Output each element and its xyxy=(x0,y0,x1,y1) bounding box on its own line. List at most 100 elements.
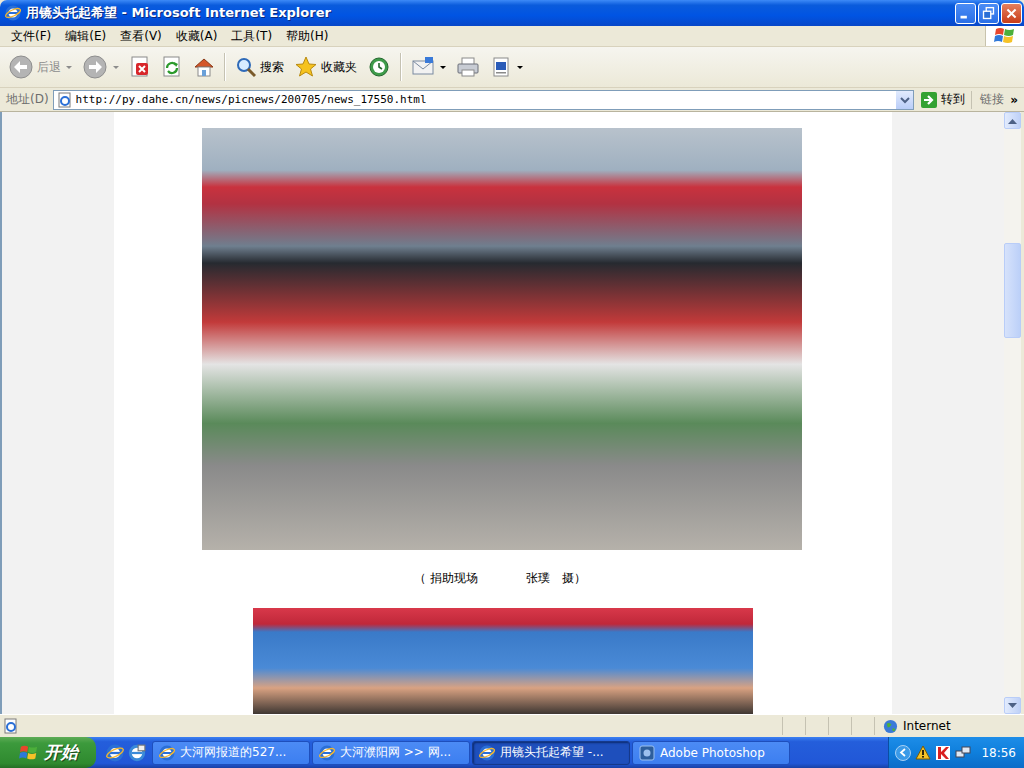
caption-place: （ 捐助现场 xyxy=(414,570,478,587)
taskbar-task[interactable]: 大河濮阳网 >> 网... xyxy=(312,741,470,765)
article-column: （ 捐助现场 张璞摄） xyxy=(114,112,892,714)
dropdown-arrow-icon[interactable] xyxy=(66,66,72,69)
stop-button[interactable] xyxy=(125,52,155,82)
menu-item[interactable]: 工具(T) xyxy=(224,28,279,45)
page-icon xyxy=(3,718,19,734)
printer-icon xyxy=(456,56,480,78)
menu-item[interactable]: 文件(F) xyxy=(4,28,58,45)
restore-icon xyxy=(979,3,998,24)
address-bar: 地址(D) http://py.dahe.cn/news/picnews/2007… xyxy=(0,88,1024,112)
edit-button[interactable] xyxy=(486,52,527,82)
windows-flag-icon xyxy=(19,744,39,762)
zone-label: Internet xyxy=(903,719,951,733)
globe-icon xyxy=(883,719,898,734)
scroll-thumb[interactable] xyxy=(1004,243,1021,338)
forward-button[interactable] xyxy=(78,52,123,82)
dropdown-arrow-icon[interactable] xyxy=(440,66,446,69)
address-url[interactable]: http://py.dahe.cn/news/picnews/200705/ne… xyxy=(76,93,897,106)
photo-caption: （ 捐助现场 张璞摄） xyxy=(414,571,586,586)
favorites-button[interactable]: 收藏夹 xyxy=(290,52,361,82)
window-title: 用镜头托起希望 - Microsoft Internet Explorer xyxy=(26,4,950,22)
menu-item[interactable]: 编辑(E) xyxy=(58,28,113,45)
taskbar-task[interactable]: 用镜头托起希望 -... xyxy=(472,741,630,765)
taskbar-task[interactable]: Adobe Photoshop xyxy=(632,741,790,765)
search-button[interactable]: 搜索 xyxy=(231,52,288,82)
chevron-left-icon xyxy=(899,748,908,757)
links-button[interactable]: 链接 » xyxy=(976,91,1022,108)
taskbar-task[interactable]: 大河网报道的527... xyxy=(152,741,310,765)
close-button[interactable] xyxy=(1001,3,1022,24)
warning-icon[interactable] xyxy=(915,745,931,761)
task-label: Adobe Photoshop xyxy=(660,746,765,760)
toolbar-separator xyxy=(400,53,402,81)
arrow-down-icon xyxy=(1008,703,1017,709)
go-label: 转到 xyxy=(941,91,965,108)
links-label: 链接 xyxy=(980,91,1004,108)
vertical-scrollbar[interactable] xyxy=(1004,112,1021,714)
toolbar-button-label: 搜索 xyxy=(260,59,284,76)
refresh-button[interactable] xyxy=(157,52,187,82)
mail-icon xyxy=(411,56,435,78)
photoshop-icon xyxy=(639,745,655,761)
dropdown-arrow-icon[interactable] xyxy=(517,66,523,69)
security-zone: Internet xyxy=(874,717,1024,735)
dropdown-arrow-icon[interactable] xyxy=(113,66,119,69)
print-button[interactable] xyxy=(452,52,484,82)
task-label: 用镜头托起希望 -... xyxy=(500,744,604,761)
toolbar-button-label: 收藏夹 xyxy=(321,59,357,76)
stop-icon xyxy=(129,56,151,78)
address-label: 地址(D) xyxy=(6,91,49,108)
start-button[interactable]: 开始 xyxy=(0,737,96,768)
menu-item[interactable]: 收藏(A) xyxy=(169,28,225,45)
menu-item[interactable]: 查看(V) xyxy=(113,28,169,45)
back-button[interactable]: 后退 xyxy=(4,52,76,82)
history-icon xyxy=(367,55,391,79)
task-label: 大河濮阳网 >> 网... xyxy=(340,744,451,761)
mail-button[interactable] xyxy=(407,52,450,82)
ie-icon[interactable] xyxy=(106,744,124,762)
caption-credit: 摄） xyxy=(562,570,586,587)
back-arrow-icon xyxy=(8,54,34,80)
refresh-icon xyxy=(161,56,183,78)
network-icon[interactable] xyxy=(955,745,971,761)
ie-icon xyxy=(159,745,175,761)
news-photo xyxy=(253,608,753,714)
system-tray: 18:56 xyxy=(888,737,1024,768)
go-button[interactable]: 转到 xyxy=(918,91,972,109)
task-label: 大河网报道的527... xyxy=(180,744,286,761)
minimize-button[interactable] xyxy=(955,3,976,24)
minimize-icon xyxy=(956,3,975,24)
restore-button[interactable] xyxy=(978,3,999,24)
page-icon xyxy=(57,92,73,108)
caption-author: 张璞 xyxy=(526,570,550,587)
windows-logo-icon xyxy=(985,26,1024,46)
address-dropdown-button[interactable] xyxy=(896,91,913,109)
menu-item[interactable]: 帮助(H) xyxy=(279,28,335,45)
web-page: （ 捐助现场 张璞摄） xyxy=(2,112,1004,714)
show-hidden-icons-button[interactable] xyxy=(895,745,911,761)
menu-bar: 文件(F)编辑(E)查看(V)收藏(A)工具(T)帮助(H) xyxy=(0,26,1024,47)
edit-document-icon xyxy=(490,56,512,78)
antivirus-icon[interactable] xyxy=(935,745,951,761)
forward-arrow-icon xyxy=(82,54,108,80)
address-field[interactable]: http://py.dahe.cn/news/picnews/200705/ne… xyxy=(53,90,915,110)
clock: 18:56 xyxy=(981,746,1016,760)
magnifier-icon xyxy=(235,56,257,78)
home-icon xyxy=(193,56,215,78)
ie-icon xyxy=(5,5,21,21)
ie-icon xyxy=(319,745,335,761)
history-button[interactable] xyxy=(363,52,395,82)
scroll-down-button[interactable] xyxy=(1004,697,1021,714)
home-button[interactable] xyxy=(189,52,219,82)
toolbar: 后退 搜索 收藏夹 xyxy=(0,47,1024,88)
quick-launch xyxy=(96,744,152,762)
scroll-up-button[interactable] xyxy=(1004,112,1021,129)
scroll-track[interactable] xyxy=(1004,129,1021,697)
title-bar: 用镜头托起希望 - Microsoft Internet Explorer xyxy=(0,0,1024,26)
chevron-down-icon xyxy=(900,96,910,104)
go-arrow-icon xyxy=(920,91,938,109)
ie-window: 用镜头托起希望 - Microsoft Internet Explorer 文件(… xyxy=(0,0,1024,768)
outlook-express-icon[interactable] xyxy=(128,744,146,762)
news-photo xyxy=(202,128,802,550)
links-more[interactable]: » xyxy=(1010,93,1018,107)
